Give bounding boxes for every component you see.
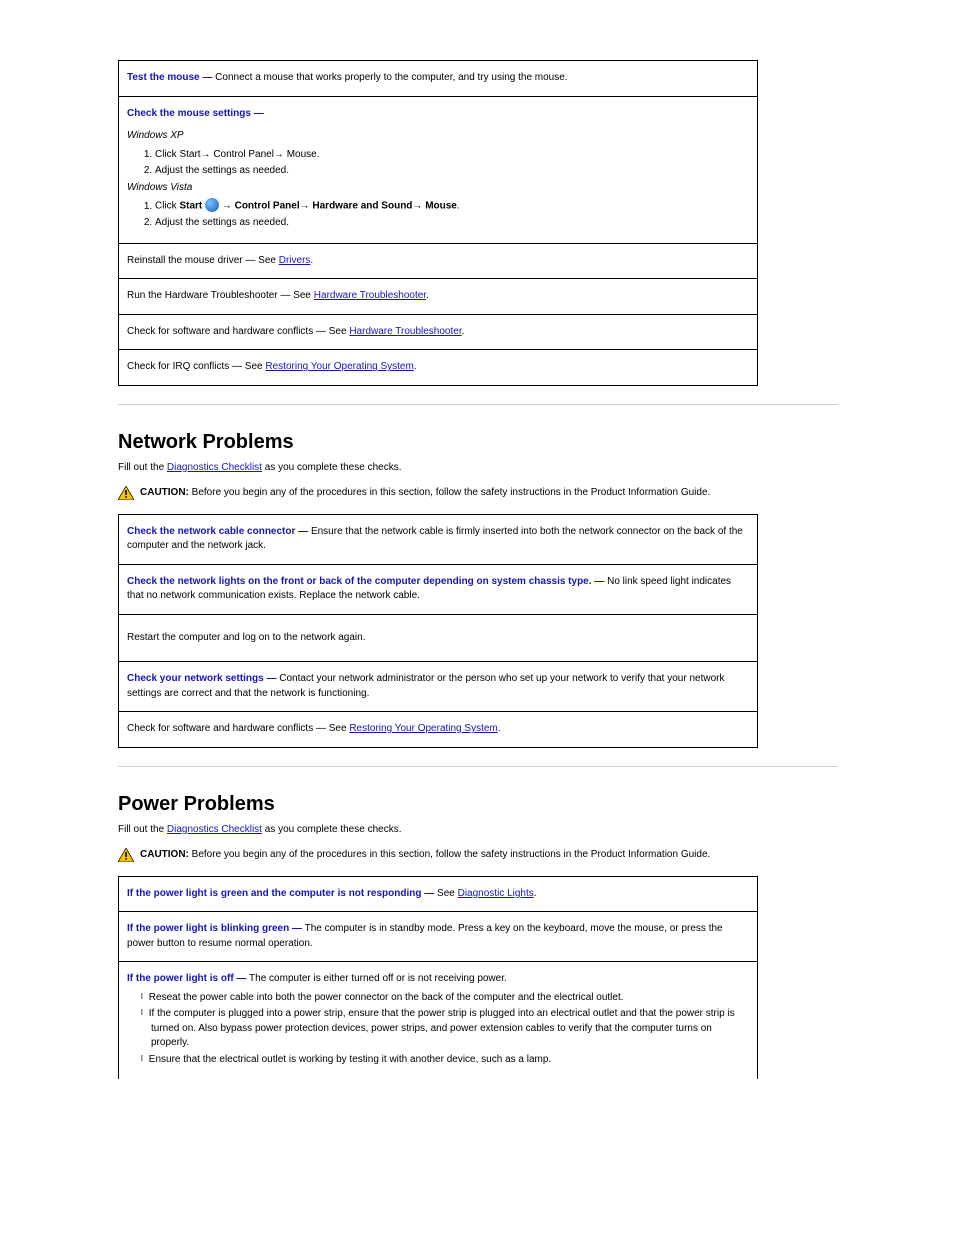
- divider: [118, 766, 838, 767]
- link-hw-troubleshooter[interactable]: Hardware Troubleshooter: [349, 326, 461, 337]
- link-diagnostics-checklist[interactable]: Diagnostics Checklist: [167, 462, 262, 473]
- row-label: Check the network cable connector —: [127, 526, 308, 537]
- link-hw-troubleshooter[interactable]: Hardware Troubleshooter: [314, 290, 426, 301]
- row-body: .: [534, 888, 537, 899]
- intro-text: Fill out the: [118, 462, 167, 473]
- os-label-xp: Windows XP: [127, 130, 184, 141]
- caution-label: CAUTION:: [140, 849, 192, 860]
- step-text: → Control Panel→ Hardware and Sound→ Mou…: [222, 201, 460, 212]
- intro-text: Fill out the: [118, 824, 167, 835]
- row-label: If the power light is green and the comp…: [127, 888, 434, 899]
- caution-text: Before you begin any of the procedures i…: [192, 849, 711, 860]
- os-label-vista: Windows Vista: [127, 182, 192, 193]
- row-text: Check for software and hardware conflict…: [127, 326, 349, 337]
- row-text: .: [310, 255, 313, 266]
- row-text: Restart the computer and log on to the n…: [127, 632, 365, 643]
- row-body: Connect a mouse that works properly to t…: [212, 72, 567, 83]
- bullet: If the computer is plugged into a power …: [141, 1007, 749, 1051]
- row-label: Check your network settings —: [127, 673, 276, 684]
- row-label: If the power light is off —: [127, 973, 246, 984]
- link-restore-os[interactable]: Restoring Your Operating System: [265, 361, 413, 372]
- link-diagnostics-checklist[interactable]: Diagnostics Checklist: [167, 824, 262, 835]
- power-troubleshoot-table: If the power light is green and the comp…: [118, 876, 758, 1080]
- link-drivers[interactable]: Drivers: [279, 255, 311, 266]
- step: Click Start → Control Panel→ Hardware an…: [155, 199, 749, 214]
- link-restore-os[interactable]: Restoring Your Operating System: [349, 723, 497, 734]
- row-text: .: [498, 723, 501, 734]
- section-intro: Fill out the Diagnostics Checklist as yo…: [118, 824, 838, 835]
- intro-text: as you complete these checks.: [262, 462, 402, 473]
- row-label: Test the mouse —: [127, 72, 212, 83]
- step: Adjust the settings as needed.: [155, 216, 749, 231]
- row-text: .: [426, 290, 429, 301]
- steps-list: Click Start → Control Panel→ Hardware an…: [127, 199, 749, 231]
- step-text: Click Start: [155, 201, 205, 212]
- row-body: The computer is either turned off or is …: [246, 973, 506, 984]
- link-diagnostic-lights[interactable]: Diagnostic Lights: [458, 888, 534, 899]
- bullet-list: Reseat the power cable into both the pow…: [127, 991, 749, 1068]
- steps-list: Click Start→ Control Panel→ Mouse. Adjus…: [127, 148, 749, 179]
- row-label: Check the mouse settings —: [127, 108, 264, 119]
- bullet: Ensure that the electrical outlet is wor…: [141, 1053, 749, 1068]
- caution-block: CAUTION: Before you begin any of the pro…: [118, 849, 838, 862]
- intro-text: as you complete these checks.: [262, 824, 402, 835]
- network-troubleshoot-table: Check the network cable connector — Ensu…: [118, 514, 758, 748]
- caution-icon: [118, 848, 134, 862]
- section-intro: Fill out the Diagnostics Checklist as yo…: [118, 462, 838, 473]
- row-text: .: [414, 361, 417, 372]
- row-text: Check for IRQ conflicts — See: [127, 361, 265, 372]
- step: Click Start→ Control Panel→ Mouse.: [155, 148, 749, 163]
- step: Adjust the settings as needed.: [155, 164, 749, 179]
- row-label: Check the network lights on the front or…: [127, 576, 604, 587]
- row-text: Check for software and hardware conflict…: [127, 723, 349, 734]
- start-orb-icon: [205, 198, 219, 212]
- caution-label: CAUTION:: [140, 487, 192, 498]
- section-title-network: Network Problems: [118, 431, 838, 454]
- row-text: Reinstall the mouse driver — See: [127, 255, 279, 266]
- caution-block: CAUTION: Before you begin any of the pro…: [118, 487, 838, 500]
- caution-text: Before you begin any of the procedures i…: [192, 487, 711, 498]
- row-text: .: [462, 326, 465, 337]
- caution-icon: [118, 486, 134, 500]
- row-body: See: [434, 888, 457, 899]
- row-label: If the power light is blinking green —: [127, 923, 302, 934]
- divider: [118, 404, 838, 405]
- mouse-troubleshoot-table: Test the mouse — Connect a mouse that wo…: [118, 60, 758, 386]
- section-title-power: Power Problems: [118, 793, 838, 816]
- bullet: Reseat the power cable into both the pow…: [141, 991, 749, 1006]
- row-text: Run the Hardware Troubleshooter — See: [127, 290, 314, 301]
